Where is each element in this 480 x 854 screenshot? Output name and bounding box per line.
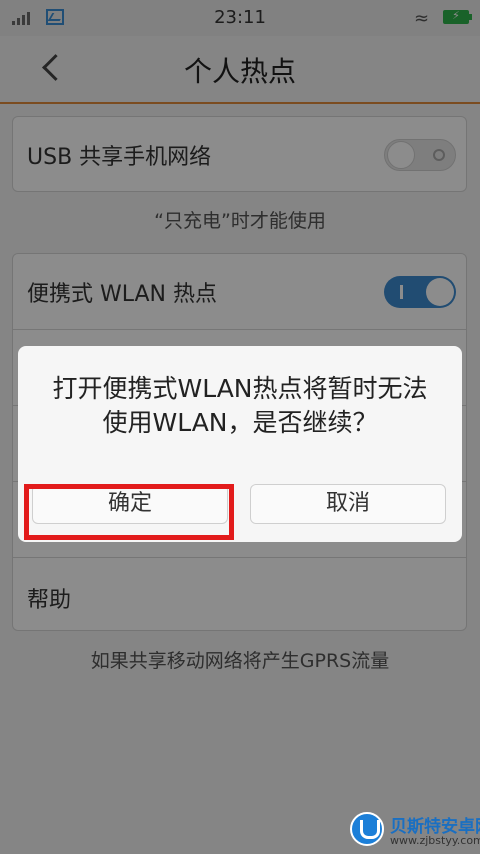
cancel-button[interactable]: 取消 (250, 484, 446, 524)
dialog-message-line: 使用WLAN，是否继续？ (102, 408, 378, 437)
confirm-highlight-box (24, 484, 234, 540)
watermark-url: www.zjbstyy.com (390, 834, 480, 847)
dialog-message: 打开便携式WLAN热点将暂时无法 使用WLAN，是否继续？ (32, 372, 448, 440)
watermark-badge-icon (350, 812, 384, 846)
dialog-message-line: 打开便携式WLAN热点将暂时无法 (52, 374, 428, 403)
watermark-logo: 贝斯特安卓网 www.zjbstyy.com (344, 808, 480, 852)
